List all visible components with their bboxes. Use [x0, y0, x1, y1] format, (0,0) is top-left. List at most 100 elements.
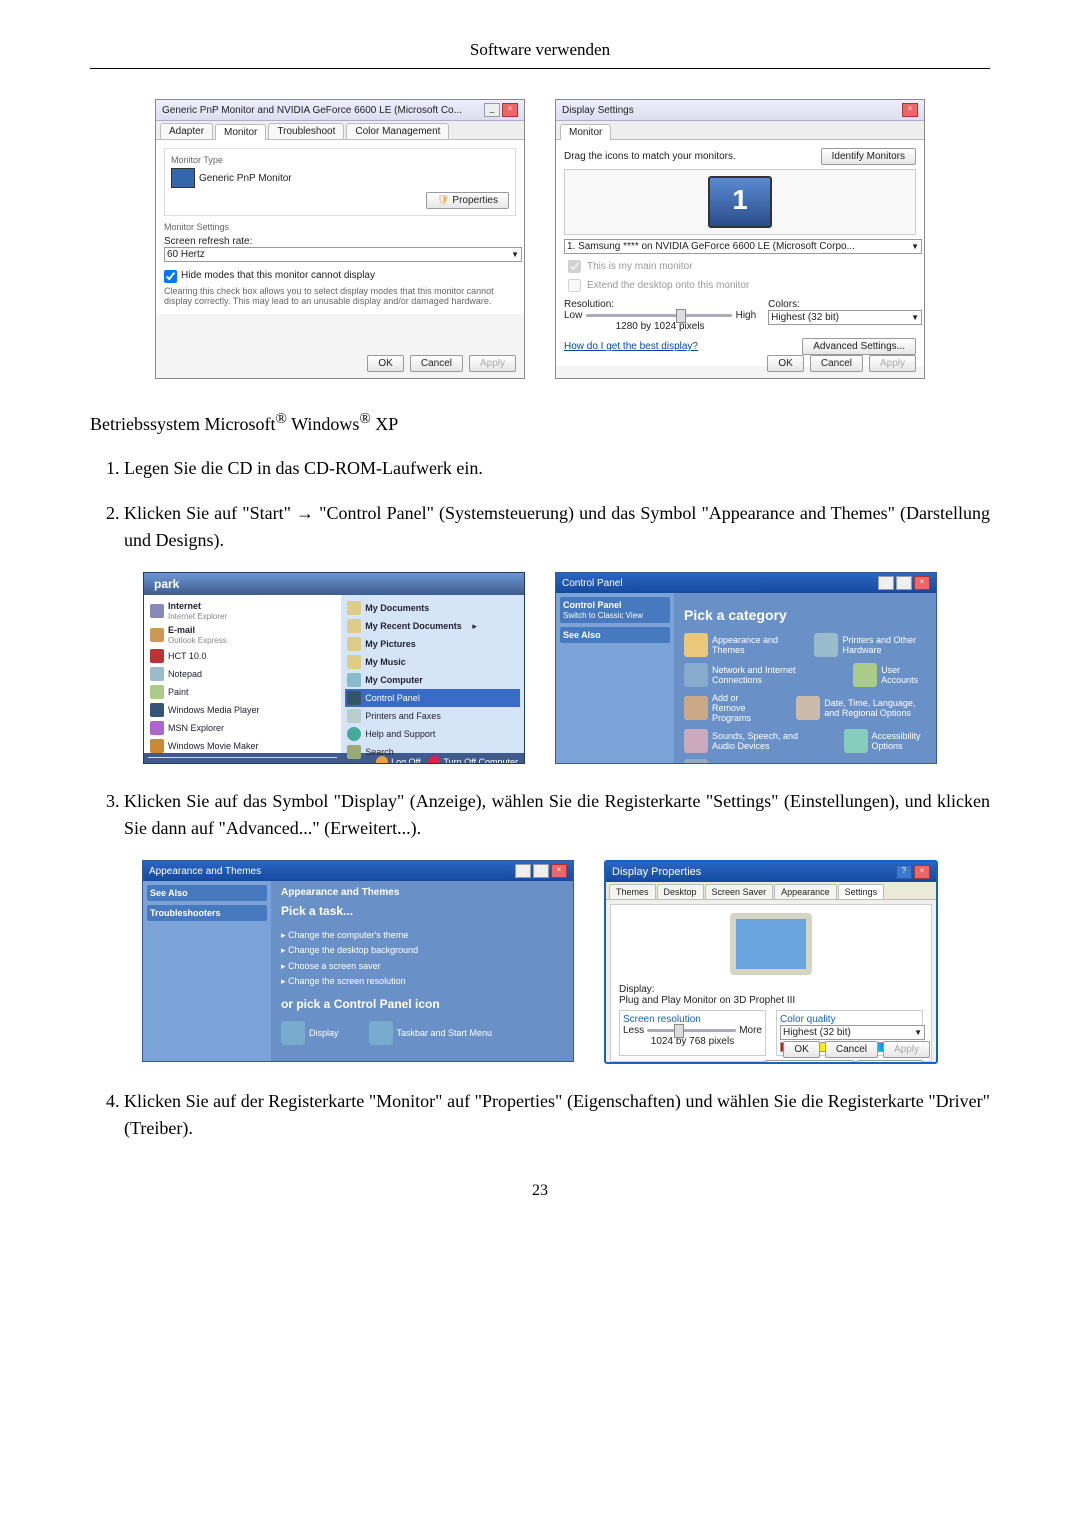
- best-display-link[interactable]: How do I get the best display?: [564, 341, 698, 352]
- cp-item-appearance[interactable]: Appearance and Themes: [684, 633, 784, 657]
- minimize-icon[interactable]: _: [484, 103, 500, 117]
- resolution-slider[interactable]: [586, 314, 731, 317]
- task-theme[interactable]: ▸ Change the computer's theme: [281, 928, 563, 943]
- cp-item-perf[interactable]: Performance and Maintenance: [684, 759, 835, 764]
- cancel-button[interactable]: Cancel: [410, 355, 463, 372]
- sm-printers[interactable]: Printers and Faxes: [345, 707, 520, 725]
- apply-button[interactable]: Apply: [883, 1041, 930, 1058]
- figure-row-1: Generic PnP Monitor and NVIDIA GeForce 6…: [90, 99, 990, 379]
- display-icon: [281, 1021, 305, 1045]
- dp-troubleshoot-button[interactable]: Troubleshoot...: [765, 1060, 853, 1064]
- dp-more: More: [739, 1025, 762, 1036]
- resolution-label: Resolution:: [564, 299, 756, 310]
- sm-all-programs[interactable]: All Programs ▶: [148, 757, 337, 764]
- cp-icon-display[interactable]: Display: [281, 1021, 339, 1045]
- monitor-select-dropdown[interactable]: 1. Samsung **** on NVIDIA GeForce 6600 L…: [564, 239, 922, 254]
- logoff-button[interactable]: Log Off: [376, 756, 420, 764]
- sm-mydocs[interactable]: My Documents: [345, 599, 520, 617]
- ok-button[interactable]: OK: [783, 1041, 819, 1058]
- dp-advanced-button[interactable]: Advanced: [857, 1060, 923, 1064]
- close-icon[interactable]: ×: [914, 865, 930, 879]
- extend-desktop-label: Extend the desktop onto this monitor: [587, 280, 749, 291]
- step-3: Klicken Sie auf das Symbol "Display" (An…: [124, 788, 990, 842]
- low-label: Low: [564, 310, 582, 321]
- sm-wmp[interactable]: Windows Media Player: [148, 701, 337, 719]
- sm-mypics[interactable]: My Pictures: [345, 635, 520, 653]
- dialog1-panel: Monitor Type Generic PnP Monitor 🛡 Prope…: [156, 140, 524, 314]
- colors-dropdown[interactable]: Highest (32 bit) ▼: [768, 310, 922, 325]
- sm-mymusic[interactable]: My Music: [345, 653, 520, 671]
- cp-item-sounds[interactable]: Sounds, Speech, and Audio Devices: [684, 729, 814, 753]
- task-background[interactable]: ▸ Change the desktop background: [281, 943, 563, 958]
- sm-item-sub: Internet Explorer: [168, 612, 227, 621]
- sm-recent[interactable]: My Recent Documents ▸: [345, 617, 520, 635]
- cp-item-printers[interactable]: Printers and Other Hardware: [814, 633, 926, 657]
- dp-tab-settings[interactable]: Settings: [838, 884, 885, 899]
- advanced-settings-button[interactable]: Advanced Settings...: [802, 338, 916, 355]
- sm-mycomputer[interactable]: My Computer: [345, 671, 520, 689]
- paint-icon: [150, 685, 164, 699]
- sm-notepad[interactable]: Notepad: [148, 665, 337, 683]
- cp-item-network[interactable]: Network and Internet Connections: [684, 663, 823, 687]
- sm-email[interactable]: E-mailOutlook Express: [148, 623, 337, 647]
- dp-tab-themes[interactable]: Themes: [609, 884, 656, 899]
- tab-monitor[interactable]: Monitor: [215, 124, 266, 140]
- dp-tab-desktop[interactable]: Desktop: [657, 884, 704, 899]
- tab-troubleshoot[interactable]: Troubleshoot: [268, 123, 344, 139]
- cp-item-users[interactable]: User Accounts: [853, 663, 926, 687]
- close-icon[interactable]: ×: [914, 576, 930, 590]
- apply-button[interactable]: Apply: [469, 355, 516, 372]
- tab-adapter[interactable]: Adapter: [160, 123, 213, 139]
- dp-cq-label: Color quality: [780, 1014, 836, 1025]
- taskbar-icon: [369, 1021, 393, 1045]
- cp-icon-taskbar[interactable]: Taskbar and Start Menu: [369, 1021, 493, 1045]
- sm-internet[interactable]: InternetInternet Explorer: [148, 599, 337, 623]
- maximize-icon[interactable]: □: [896, 576, 912, 590]
- dp-res-slider[interactable]: [647, 1029, 736, 1032]
- close-icon[interactable]: ×: [502, 103, 518, 117]
- sm-item-label: My Documents: [365, 603, 429, 613]
- sm-hct[interactable]: HCT 10.0: [148, 647, 337, 665]
- minimize-icon[interactable]: _: [515, 864, 531, 878]
- sm-msn[interactable]: MSN Explorer: [148, 719, 337, 737]
- cp-item-datetime[interactable]: Date, Time, Language, and Regional Optio…: [796, 693, 926, 723]
- task-resolution[interactable]: ▸ Change the screen resolution: [281, 974, 563, 989]
- sm-item-label: HCT 10.0: [168, 651, 206, 661]
- tab-colormgmt[interactable]: Color Management: [346, 123, 449, 139]
- ok-button[interactable]: OK: [767, 355, 803, 372]
- sm-control-panel[interactable]: Control Panel: [345, 689, 520, 707]
- properties-button[interactable]: 🛡 Properties: [426, 192, 509, 209]
- dp-tab-screensaver[interactable]: Screen Saver: [705, 884, 774, 899]
- help-icon[interactable]: ?: [896, 865, 912, 879]
- refresh-rate-dropdown[interactable]: 60 Hertz ▼: [164, 247, 522, 262]
- ok-button[interactable]: OK: [367, 355, 403, 372]
- sm-item-label: Notepad: [168, 669, 202, 679]
- step-2: Klicken Sie auf "Start" → "Control Panel…: [124, 500, 990, 554]
- chevron-down-icon: ▼: [911, 242, 919, 251]
- apply-button[interactable]: Apply: [869, 355, 916, 372]
- minimize-icon[interactable]: _: [878, 576, 894, 590]
- identify-monitors-button[interactable]: Identify Monitors: [821, 148, 916, 165]
- sm-help[interactable]: Help and Support: [345, 725, 520, 743]
- cp-item-access[interactable]: Accessibility Options: [844, 729, 926, 753]
- cp-item-addremove[interactable]: Add or Remove Programs: [684, 693, 766, 723]
- dp-cq-dropdown[interactable]: Highest (32 bit) ▼: [780, 1025, 925, 1040]
- cancel-button[interactable]: Cancel: [825, 1041, 878, 1058]
- task-screensaver[interactable]: ▸ Choose a screen saver: [281, 959, 563, 974]
- monitor-preview-1[interactable]: 1: [708, 176, 772, 228]
- dialog2-titlebar: Display Settings ×: [556, 100, 924, 121]
- tab-monitor-2[interactable]: Monitor: [560, 124, 611, 140]
- close-icon[interactable]: ×: [902, 103, 918, 117]
- display-settings-dialog: Display Settings × Monitor Drag the icon…: [555, 99, 925, 379]
- cp-switch-view[interactable]: Switch to Classic View: [563, 611, 643, 620]
- sm-paint[interactable]: Paint: [148, 683, 337, 701]
- close-icon[interactable]: ×: [551, 864, 567, 878]
- folder-icon: [347, 619, 361, 633]
- dp-tab-appearance[interactable]: Appearance: [774, 884, 837, 899]
- cancel-button[interactable]: Cancel: [810, 355, 863, 372]
- sm-wmm[interactable]: Windows Movie Maker: [148, 737, 337, 755]
- hide-modes-checkbox[interactable]: [164, 270, 177, 283]
- turnoff-button[interactable]: Turn Off Computer: [428, 756, 518, 764]
- maximize-icon[interactable]: □: [533, 864, 549, 878]
- printer-icon: [814, 633, 838, 657]
